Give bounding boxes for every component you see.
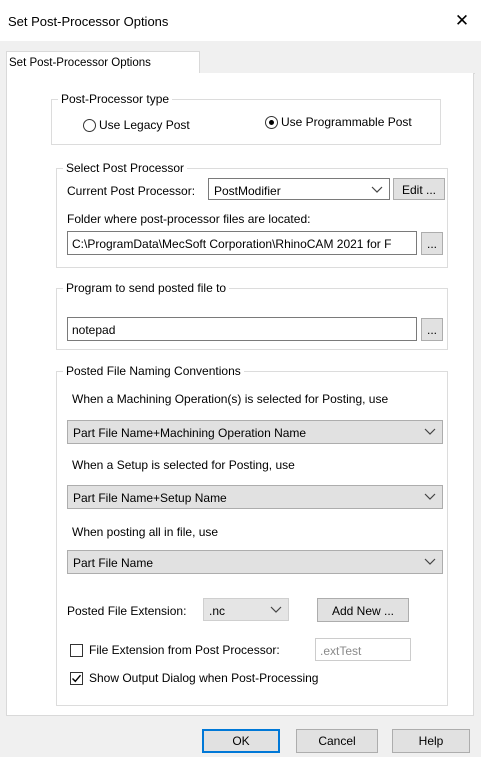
current-post-select[interactable]: PostModifier: [208, 178, 390, 200]
ext-select[interactable]: .nc: [203, 598, 289, 621]
tab-label: Set Post-Processor Options: [9, 57, 151, 69]
setup-naming-label: When a Setup is selected for Posting, us…: [72, 458, 295, 472]
send-program-group: Program to send posted file to notepad .…: [56, 281, 448, 350]
current-post-label: Current Post Processor:: [67, 184, 196, 198]
cancel-button[interactable]: Cancel: [296, 729, 378, 753]
ext-from-post-label[interactable]: File Extension from Post Processor:: [89, 643, 280, 657]
tab-page: Post-Processor type Use Legacy Post Use …: [6, 73, 474, 716]
checkmark-icon: [72, 674, 82, 683]
window-title: Set Post-Processor Options: [8, 14, 169, 29]
select-post-legend: Select Post Processor: [63, 161, 188, 175]
ext-from-post-value: .extTest: [320, 644, 362, 658]
programmable-post-label[interactable]: Use Programmable Post: [281, 115, 412, 129]
title-bar: Set Post-Processor Options ✕: [0, 0, 481, 41]
select-post-group: Select Post Processor Current Post Proce…: [56, 161, 448, 268]
chevron-down-icon: [270, 606, 282, 613]
ok-label: OK: [232, 734, 250, 748]
setup-naming-value: Part File Name+Setup Name: [73, 491, 227, 505]
ext-label: Posted File Extension:: [67, 604, 187, 618]
browse-folder-label: ...: [426, 237, 437, 251]
naming-group: Posted File Naming Conventions When a Ma…: [56, 364, 448, 706]
cancel-label: Cancel: [318, 734, 356, 748]
all-naming-label: When posting all in file, use: [72, 525, 219, 539]
chevron-down-icon: [371, 186, 383, 193]
send-program-value: notepad: [72, 323, 116, 337]
ok-button[interactable]: OK: [202, 729, 280, 753]
folder-label: Folder where post-processor files are lo…: [67, 212, 311, 226]
help-label: Help: [418, 734, 444, 748]
chevron-down-icon: [424, 493, 436, 500]
show-output-label[interactable]: Show Output Dialog when Post-Processing: [89, 671, 318, 685]
edit-post-button[interactable]: Edit ...: [393, 178, 445, 200]
browse-folder-button[interactable]: ...: [421, 232, 443, 255]
post-folder-value: C:\ProgramData\MecSoft Corporation\Rhino…: [72, 237, 392, 251]
naming-legend: Posted File Naming Conventions: [63, 364, 244, 378]
ext-value: .nc: [209, 604, 226, 618]
add-new-label: Add New ...: [331, 604, 395, 618]
send-program-field[interactable]: notepad: [67, 317, 417, 341]
ext-from-post-field: .extTest: [315, 638, 411, 661]
help-button[interactable]: Help: [392, 729, 470, 753]
programmable-post-radio[interactable]: [265, 116, 278, 129]
legacy-post-radio[interactable]: [83, 119, 96, 132]
legacy-post-label[interactable]: Use Legacy Post: [99, 118, 190, 132]
send-program-legend: Program to send posted file to: [63, 281, 230, 295]
browse-program-label: ...: [426, 323, 437, 337]
all-naming-value: Part File Name: [73, 556, 154, 570]
post-type-group: Post-Processor type Use Legacy Post Use …: [51, 92, 441, 145]
all-naming-select[interactable]: Part File Name: [67, 550, 443, 574]
setup-naming-select[interactable]: Part File Name+Setup Name: [67, 485, 443, 509]
op-naming-value: Part File Name+Machining Operation Name: [73, 426, 307, 440]
show-output-checkbox[interactable]: [70, 672, 83, 685]
edit-post-label: Edit ...: [401, 183, 436, 197]
post-folder-field[interactable]: C:\ProgramData\MecSoft Corporation\Rhino…: [67, 231, 417, 255]
ext-from-post-checkbox[interactable]: [70, 644, 83, 657]
tab-set-post-processor-options[interactable]: Set Post-Processor Options: [6, 51, 200, 74]
post-type-legend: Post-Processor type: [58, 92, 173, 106]
current-post-value: PostModifier: [214, 184, 281, 198]
op-naming-label: When a Machining Operation(s) is selecte…: [72, 392, 389, 406]
browse-program-button[interactable]: ...: [421, 318, 443, 341]
add-new-extension-button[interactable]: Add New ...: [317, 598, 409, 622]
chevron-down-icon: [424, 558, 436, 565]
op-naming-select[interactable]: Part File Name+Machining Operation Name: [67, 420, 443, 444]
close-icon[interactable]: ✕: [449, 8, 475, 34]
chevron-down-icon: [424, 428, 436, 435]
